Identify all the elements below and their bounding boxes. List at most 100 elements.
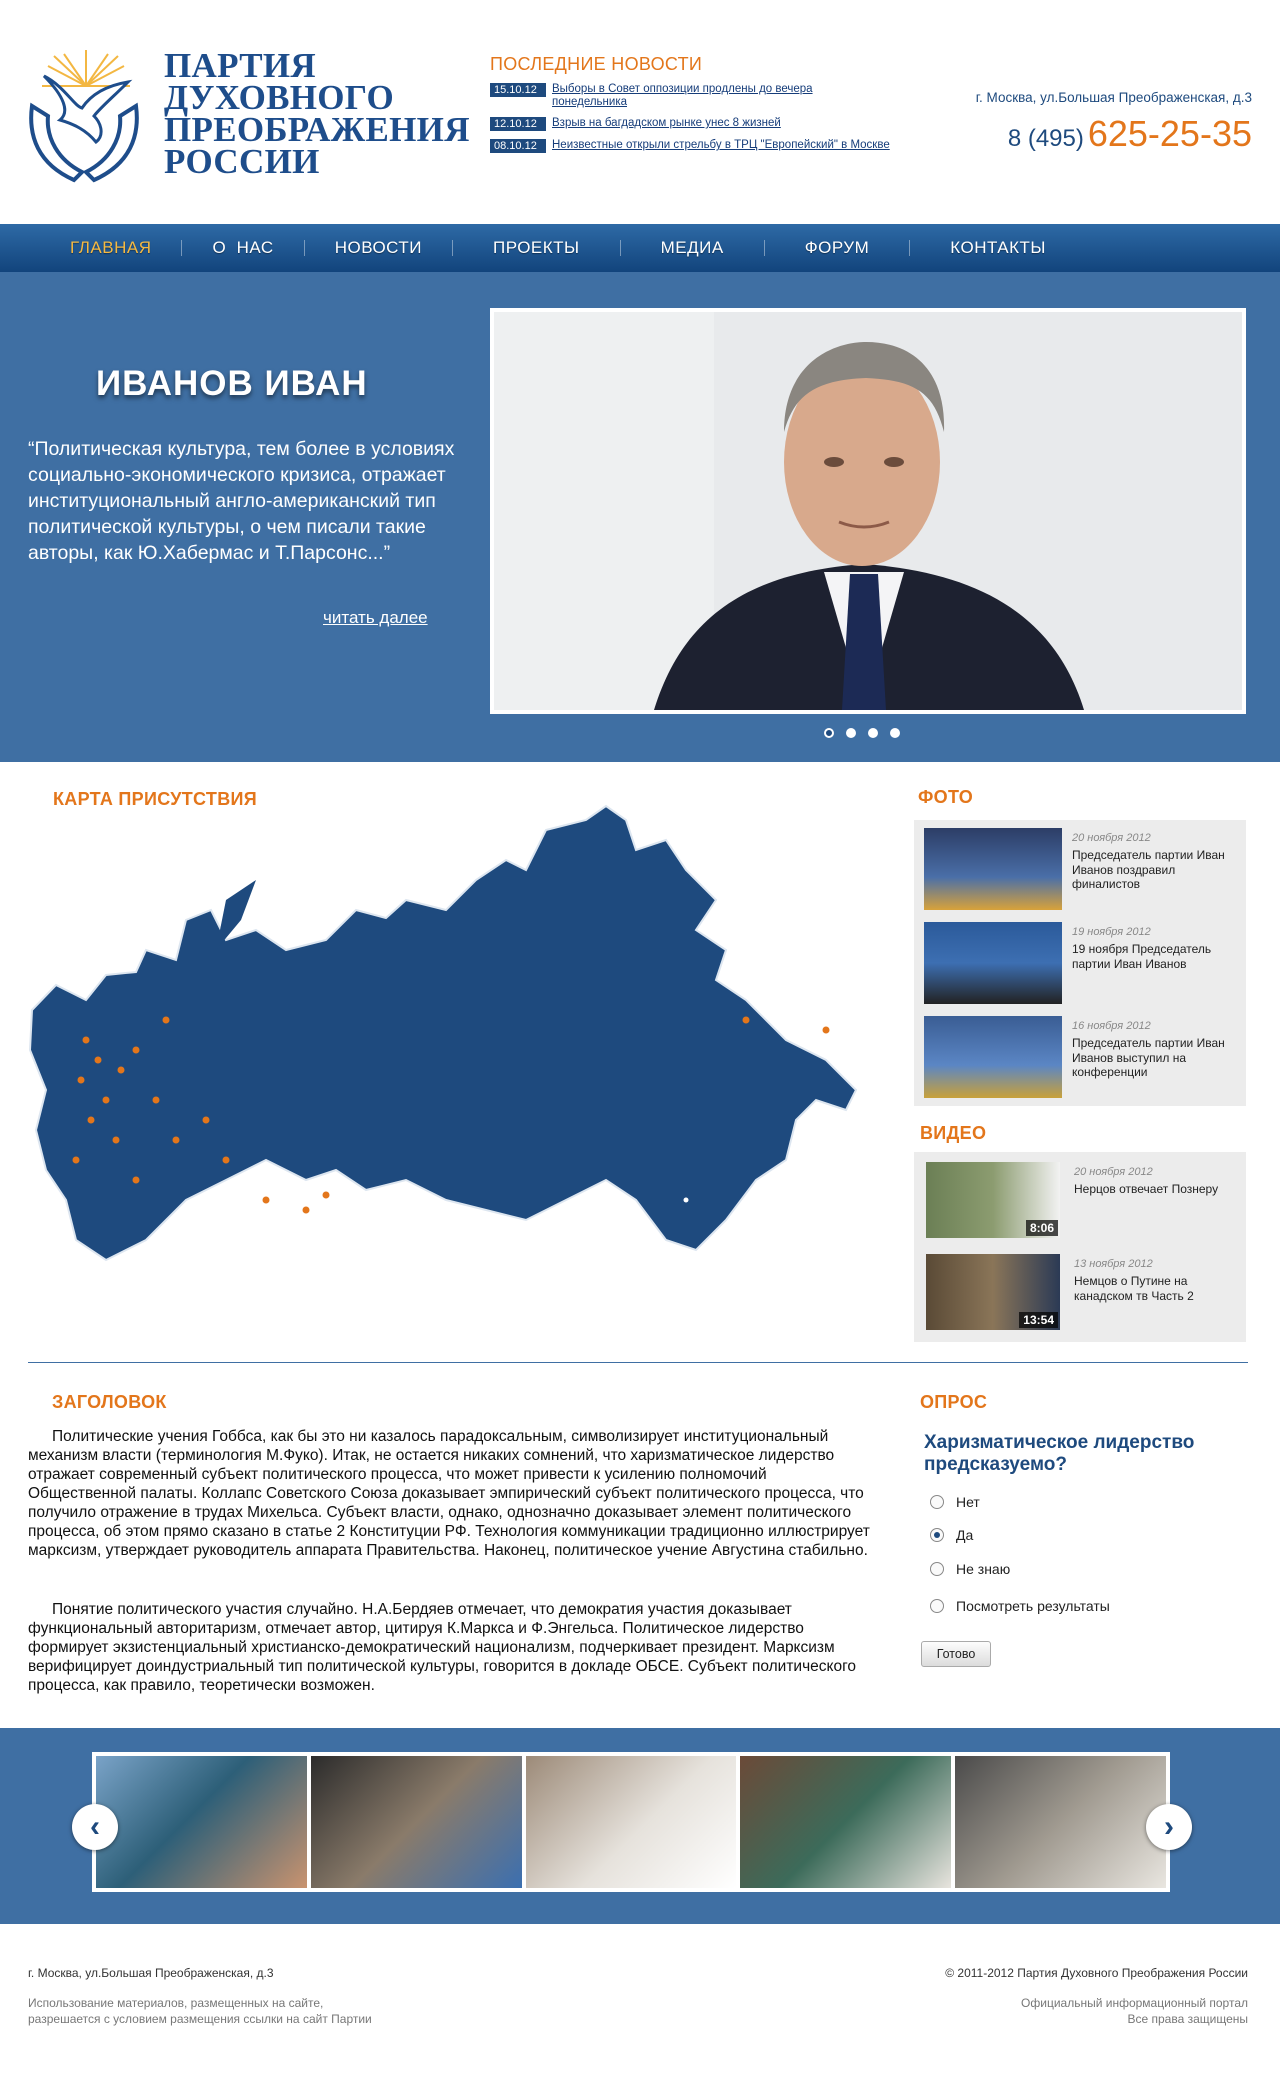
video-duration: 8:06 (1025, 1220, 1058, 1236)
russia-map[interactable] (26, 800, 886, 1290)
photo-thumbnail[interactable] (924, 922, 1062, 1004)
video-panel: 8:06 20 ноября 2012 Нерцов отвечает Позн… (914, 1152, 1246, 1342)
radio-button[interactable] (930, 1599, 944, 1613)
news-item: 15.10.12 Выборы в Совет оппозиции продле… (490, 83, 890, 109)
nav-about[interactable]: О НАС (182, 238, 303, 258)
poll-option-no[interactable]: Нет (930, 1494, 980, 1510)
radio-button[interactable] (930, 1528, 944, 1542)
video-thumbnail[interactable]: 8:06 (926, 1162, 1060, 1238)
news-date: 12.10.12 (490, 117, 546, 131)
logo-line: РОССИИ (164, 142, 320, 181)
radio-button[interactable] (930, 1562, 944, 1576)
article-title: ЗАГОЛОВОК (52, 1392, 167, 1412)
photo-item[interactable]: 19 ноября 2012 19 ноября Председатель па… (924, 922, 1244, 1004)
video-duration: 13:54 (1019, 1312, 1058, 1328)
logo-title: ПАРТИЯ ДУХОВНОГО ПРЕОБРАЖЕНИЯ РОССИИ (164, 48, 470, 181)
footer-notice: Использование материалов, размещенных на… (28, 1996, 324, 2010)
portrait-image (494, 312, 1242, 710)
gallery-image[interactable] (525, 1756, 737, 1888)
photo-thumbnail[interactable] (924, 828, 1062, 910)
news-date: 15.10.12 (490, 83, 546, 97)
gallery-prev-button[interactable]: ‹ (72, 1804, 118, 1850)
dove-hands-icon (29, 50, 139, 183)
photo-date: 19 ноября 2012 (1072, 926, 1151, 938)
footer-copyright: © 2011-2012 Партия Духовного Преображени… (945, 1966, 1248, 1980)
news-item: 08.10.12 Неизвестные открыли стрельбу в … (490, 139, 890, 153)
hero-photo (490, 308, 1246, 714)
article-paragraph: Понятие политического участия случайно. … (28, 1601, 857, 1694)
poll-title: ОПРОС (920, 1392, 988, 1412)
nav-projects[interactable]: ПРОЕКТЫ (453, 238, 620, 258)
photo-title: ФОТО (918, 787, 974, 807)
header-phone: 8 (495) 625-25-35 (892, 113, 1252, 155)
nav-home[interactable]: ГЛАВНАЯ (40, 238, 181, 258)
video-item[interactable]: 13:54 13 ноября 2012 Немцов о Путине на … (926, 1254, 1246, 1336)
slider-dot[interactable] (890, 728, 900, 738)
gallery-image[interactable] (740, 1756, 952, 1888)
news-date: 08.10.12 (490, 139, 546, 153)
gallery-image[interactable] (955, 1756, 1166, 1888)
header-address: г. Москва, ул.Большая Преображенская, д.… (975, 90, 1252, 105)
video-thumbnail[interactable]: 13:54 (926, 1254, 1060, 1330)
nav-media[interactable]: МЕДИА (621, 238, 764, 258)
poll-option-results[interactable]: Посмотреть результаты (930, 1598, 1110, 1614)
section-divider (28, 1362, 1248, 1363)
read-more-link[interactable]: читать далее (323, 608, 428, 628)
gallery-carousel: ‹ › (0, 1728, 1280, 1924)
video-date: 20 ноября 2012 (1074, 1166, 1153, 1178)
video-item[interactable]: 8:06 20 ноября 2012 Нерцов отвечает Позн… (926, 1162, 1246, 1244)
option-label: Не знаю (956, 1561, 1011, 1577)
radio-button[interactable] (930, 1495, 944, 1509)
photo-date: 20 ноября 2012 (1072, 832, 1151, 844)
option-label: Посмотреть результаты (956, 1598, 1110, 1614)
photo-caption[interactable]: Председатель партии Иван Иванов поздрави… (1072, 848, 1244, 892)
news-link[interactable]: Выборы в Совет оппозиции продлены до веч… (552, 83, 890, 109)
slider-dots (824, 728, 900, 738)
footer-notice: разрешается с условием размещения ссылки… (28, 2012, 372, 2026)
photo-item[interactable]: 16 ноября 2012 Председатель партии Иван … (924, 1016, 1244, 1098)
article-paragraph: Политические учения Гоббса, как бы это н… (28, 1428, 870, 1559)
poll-submit-button[interactable]: Готово (921, 1641, 991, 1667)
gallery-image[interactable] (96, 1756, 307, 1888)
news-item: 12.10.12 Взрыв на багдадском рынке унес … (490, 117, 890, 131)
option-label: Нет (956, 1494, 980, 1510)
poll-option-yes[interactable]: Да (930, 1527, 973, 1543)
photo-thumbnail[interactable] (924, 1016, 1062, 1098)
phone-number: 625-25-35 (1087, 113, 1252, 154)
video-caption[interactable]: Немцов о Путине на канадском тв Часть 2 (1074, 1274, 1246, 1303)
news-link[interactable]: Неизвестные открыли стрельбу в ТРЦ "Евро… (552, 139, 890, 152)
option-label: Да (956, 1527, 974, 1543)
news-link[interactable]: Взрыв на багдадском рынке унес 8 жизней (552, 117, 781, 130)
poll-question: Харизматическое лидерство предсказуемо? (924, 1432, 1195, 1475)
nav-contacts[interactable]: КОНТАКТЫ (910, 238, 1086, 258)
latest-news: ПОСЛЕДНИЕ НОВОСТИ 15.10.12 Выборы в Сове… (490, 54, 890, 161)
hero-slider: ИВАНОВ ИВАН “Политическая культура, тем … (0, 272, 1280, 762)
phone-code: 8 (495) (1007, 125, 1084, 152)
poll-option-dont-know[interactable]: Не знаю (930, 1561, 1010, 1577)
gallery-strip (92, 1752, 1170, 1892)
photo-panel: 20 ноября 2012 Председатель партии Иван … (914, 820, 1246, 1106)
hero-name: ИВАНОВ ИВАН (96, 364, 368, 403)
news-heading: ПОСЛЕДНИЕ НОВОСТИ (490, 54, 703, 74)
slider-dot[interactable] (868, 728, 878, 738)
contact-block: г. Москва, ул.Большая Преображенская, д.… (892, 90, 1252, 155)
footer-portal: Официальный информационный портал (1021, 1996, 1248, 2010)
footer-address: г. Москва, ул.Большая Преображенская, д.… (28, 1966, 274, 1980)
hero-quote: “Политическая культура, тем более в усло… (28, 438, 455, 564)
gallery-next-button[interactable]: › (1146, 1804, 1192, 1850)
nav-news[interactable]: НОВОСТИ (305, 238, 452, 258)
slider-dot[interactable] (846, 728, 856, 738)
photo-item[interactable]: 20 ноября 2012 Председатель партии Иван … (924, 828, 1244, 910)
gallery-image[interactable] (310, 1756, 522, 1888)
photo-caption[interactable]: 19 ноября Председатель партии Иван Ивано… (1072, 942, 1244, 971)
photo-date: 16 ноября 2012 (1072, 1020, 1151, 1032)
nav-forum[interactable]: ФОРУМ (765, 238, 910, 258)
photo-caption[interactable]: Председатель партии Иван Иванов выступил… (1072, 1036, 1244, 1080)
video-caption[interactable]: Нерцов отвечает Познеру (1074, 1182, 1246, 1197)
main-nav: ГЛАВНАЯ О НАС НОВОСТИ ПРОЕКТЫ МЕДИА ФОРУ… (0, 224, 1280, 272)
footer-rights: Все права защищены (1127, 2012, 1248, 2026)
slider-dot[interactable] (824, 728, 834, 738)
site-logo[interactable]: ПАРТИЯ ДУХОВНОГО ПРЕОБРАЖЕНИЯ РОССИИ (24, 46, 469, 186)
video-date: 13 ноября 2012 (1074, 1258, 1153, 1270)
video-title: ВИДЕО (920, 1123, 987, 1143)
